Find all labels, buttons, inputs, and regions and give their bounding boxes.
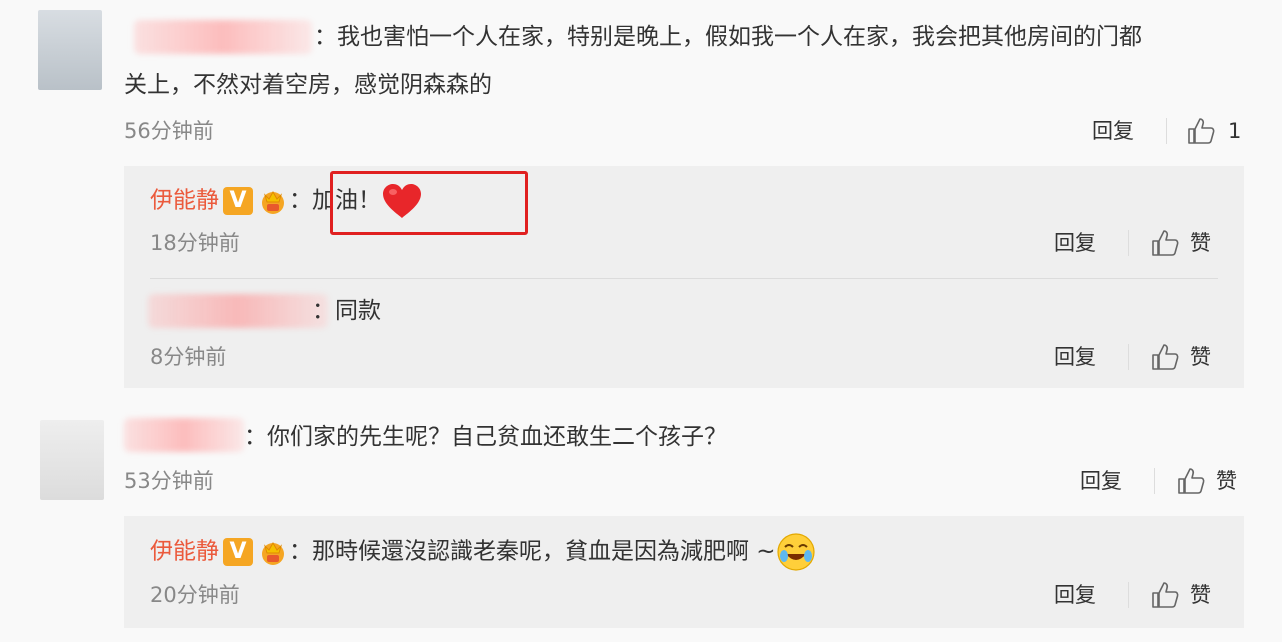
avatar[interactable] [38, 10, 102, 90]
laughing-crying-emoji-icon [776, 533, 815, 571]
reply-header: 伊能静 V ：那時候還沒認識老秦呢，貧血是因為減肥啊 ~ [150, 532, 816, 572]
reply-time: 8分钟前 [150, 345, 227, 369]
like-button-label[interactable]: 赞 [1190, 228, 1211, 258]
comment-text-line2: 关上，不然对着空房，感觉阴森森的 [124, 72, 492, 98]
reply-text: ：那時候還沒認識老秦呢，貧血是因為減肥啊 ~ [289, 538, 776, 565]
thumbs-up-icon[interactable] [1150, 342, 1180, 372]
thumbs-up-icon[interactable] [1176, 466, 1206, 496]
like-button-label[interactable]: 赞 [1190, 580, 1211, 610]
blurred-username[interactable] [148, 294, 328, 328]
like-button-label[interactable]: 赞 [1216, 466, 1237, 496]
reply-list: 伊能静 V ：那時候還沒認識老秦呢，貧血是因為減肥啊 ~ 20分钟前 回复 赞 [124, 516, 1244, 628]
avatar[interactable] [40, 420, 104, 500]
highlight-annotation [330, 171, 528, 235]
blurred-username[interactable] [134, 20, 312, 54]
divider [1128, 582, 1129, 608]
reply-time: 20分钟前 [150, 583, 240, 607]
thumbs-up-icon[interactable] [1150, 228, 1180, 258]
reply-list: 伊能静 V ：加油！ 18分钟前 回复 赞 ：同款 8分钟前 回复 赞 [124, 166, 1244, 388]
verified-v-badge: V [223, 187, 253, 215]
reply-button[interactable]: 回复 [1054, 580, 1096, 610]
comment-text: ：你们家的先生呢？自己贫血还敢生二个孩子？ [244, 424, 727, 450]
reply-button[interactable]: 回复 [1092, 116, 1134, 146]
divider [1128, 230, 1129, 256]
crown-badge-icon [262, 541, 284, 565]
reply-author-name[interactable]: 伊能静 [150, 539, 219, 565]
thumbs-up-icon[interactable] [1150, 580, 1180, 610]
blurred-username[interactable] [124, 418, 244, 452]
reply-divider [150, 278, 1218, 279]
comment-text-line1: ：我也害怕一个人在家，特别是晚上，假如我一个人在家，我会把其他房间的门都 [314, 24, 1142, 50]
comment-time: 53分钟前 [124, 469, 214, 493]
comment-time: 56分钟前 [124, 119, 214, 143]
reply-button[interactable]: 回复 [1080, 466, 1122, 496]
divider [1128, 344, 1129, 370]
reply-button[interactable]: 回复 [1054, 228, 1096, 258]
divider [1154, 468, 1155, 494]
divider [1166, 118, 1167, 144]
crown-badge-icon [262, 190, 284, 214]
like-count: 1 [1228, 119, 1242, 143]
verified-v-badge: V [223, 538, 253, 566]
like-button-label[interactable]: 赞 [1190, 342, 1211, 372]
thumbs-up-icon[interactable] [1186, 116, 1216, 146]
reply-author-name[interactable]: 伊能静 [150, 188, 219, 214]
reply-button[interactable]: 回复 [1054, 342, 1096, 372]
reply-text: ：同款 [312, 298, 381, 324]
reply-time: 18分钟前 [150, 231, 240, 255]
